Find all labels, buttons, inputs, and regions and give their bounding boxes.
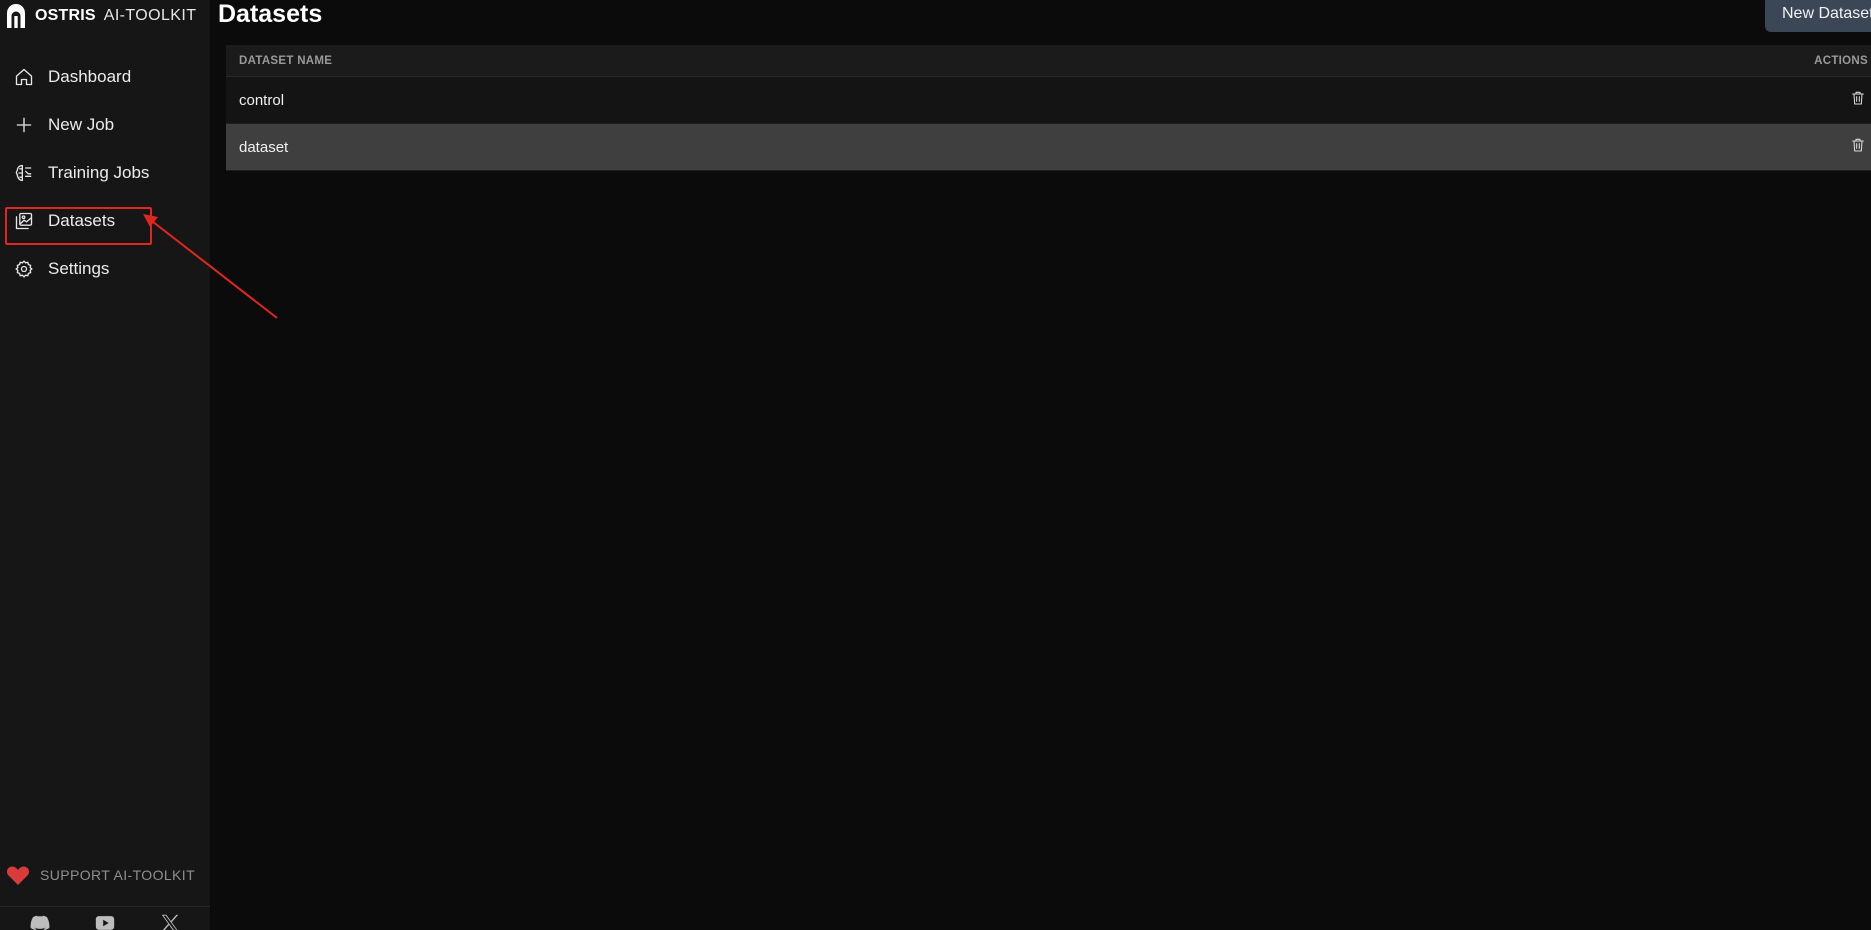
brand-name-light: AI-TOOLKIT	[103, 7, 197, 24]
column-header-actions: ACTIONS	[1814, 54, 1868, 67]
ostris-logo-icon	[7, 4, 25, 28]
sidebar-item-settings[interactable]: Settings	[0, 245, 210, 293]
social-divider	[0, 906, 210, 907]
dataset-name[interactable]: control	[239, 92, 284, 109]
datasets-table: DATASET NAME ACTIONS control dataset	[226, 45, 1871, 171]
sidebar-item-label: Training Jobs	[48, 163, 150, 182]
trash-icon[interactable]	[1850, 90, 1866, 111]
table-row[interactable]: control	[226, 77, 1871, 124]
dataset-name[interactable]: dataset	[239, 139, 288, 156]
new-dataset-button[interactable]: New Dataset	[1765, 0, 1871, 32]
sidebar-item-label: New Job	[48, 115, 115, 134]
heart-icon	[6, 866, 30, 885]
table-row[interactable]: dataset	[226, 124, 1871, 171]
youtube-icon[interactable]	[94, 912, 116, 930]
page-title: Datasets	[218, 0, 323, 28]
column-header-name: DATASET NAME	[239, 54, 333, 67]
sidebar-item-label: Dashboard	[48, 67, 132, 86]
sidebar: OSTRIS AI-TOOLKIT Dashboard New Job Trai…	[0, 0, 210, 930]
sidebar-nav: Dashboard New Job Training Jobs Datasets	[0, 53, 210, 293]
sidebar-item-label: Settings	[48, 259, 110, 278]
sidebar-item-training-jobs[interactable]: Training Jobs	[0, 149, 210, 197]
social-links	[0, 912, 210, 930]
home-icon	[14, 67, 34, 87]
brand-name-bold: OSTRIS	[35, 7, 96, 24]
x-icon[interactable]	[159, 912, 181, 930]
trash-icon[interactable]	[1850, 137, 1866, 158]
app-root: OSTRIS AI-TOOLKIT Dashboard New Job Trai…	[0, 0, 1871, 930]
plus-icon	[14, 115, 34, 135]
sidebar-item-dashboard[interactable]: Dashboard	[0, 53, 210, 101]
support-label: SUPPORT AI-TOOLKIT	[40, 867, 196, 883]
brain-icon	[14, 163, 34, 183]
table-header: DATASET NAME ACTIONS	[226, 45, 1871, 77]
images-icon	[14, 211, 34, 231]
sidebar-item-label: Datasets	[48, 211, 116, 230]
gear-icon	[14, 259, 34, 279]
brand-logo[interactable]: OSTRIS AI-TOOLKIT	[5, 2, 196, 30]
discord-icon[interactable]	[29, 912, 51, 930]
sidebar-item-datasets[interactable]: Datasets	[0, 197, 210, 245]
support-link[interactable]: SUPPORT AI-TOOLKIT	[6, 864, 195, 886]
sidebar-item-new-job[interactable]: New Job	[0, 101, 210, 149]
